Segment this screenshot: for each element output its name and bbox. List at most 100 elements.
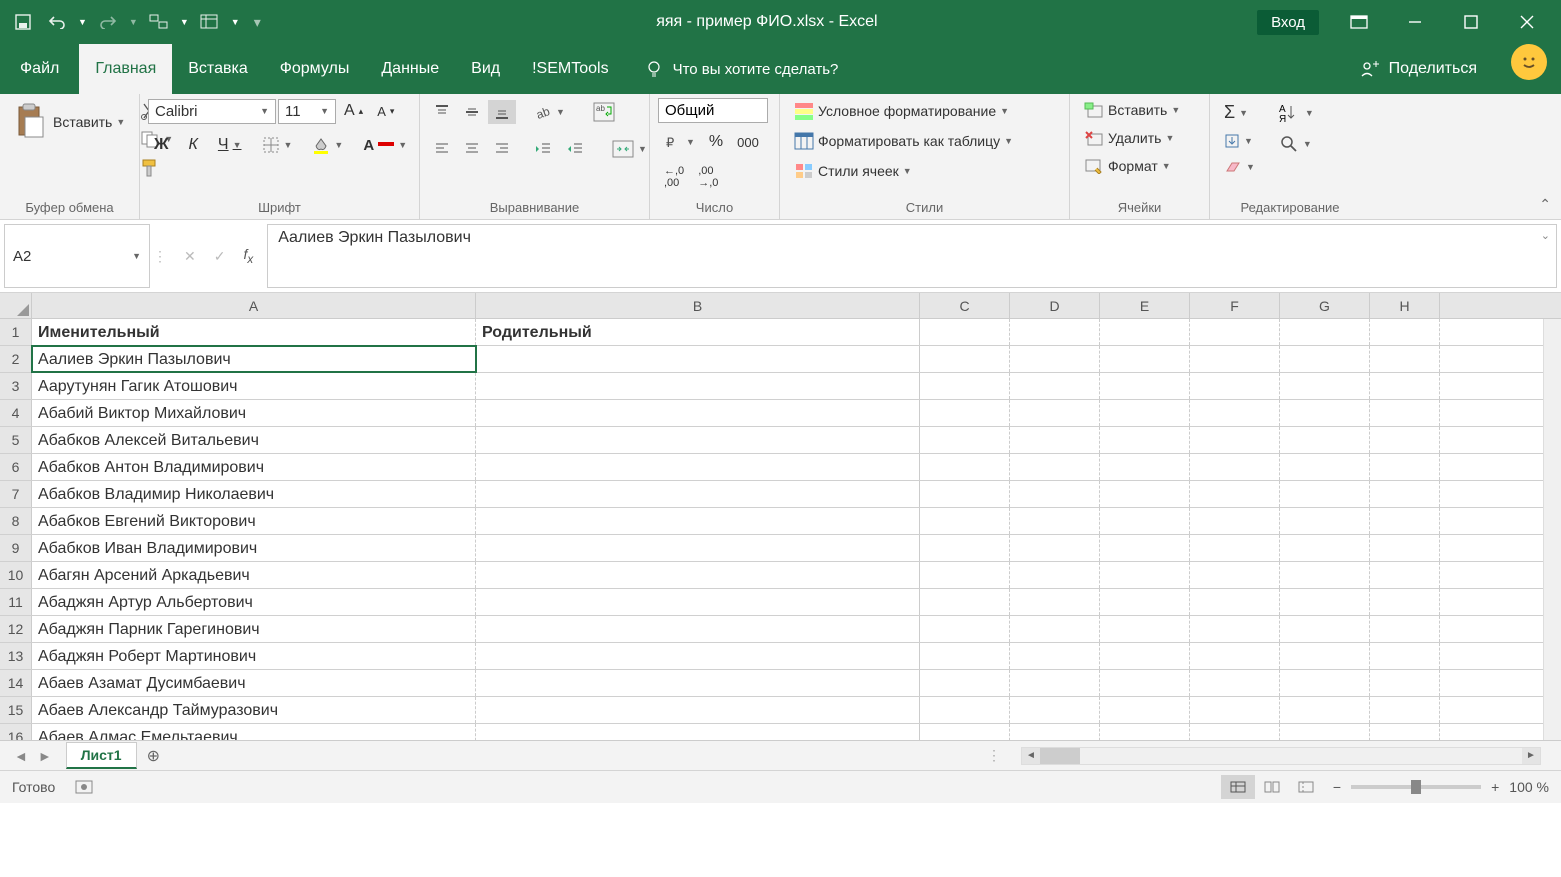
italic-button[interactable]: К — [182, 132, 203, 158]
cell[interactable] — [476, 400, 920, 426]
cell[interactable]: Абаев Александр Таймуразович — [32, 697, 476, 723]
zoom-out-icon[interactable]: − — [1333, 779, 1341, 795]
cell[interactable] — [1280, 427, 1370, 453]
number-format-combo[interactable]: Общий — [658, 98, 768, 123]
cell[interactable] — [1010, 427, 1100, 453]
align-bottom-icon[interactable] — [488, 100, 516, 124]
cell[interactable] — [920, 670, 1010, 696]
cell[interactable] — [1190, 589, 1280, 615]
page-layout-view-icon[interactable] — [1255, 775, 1289, 799]
cell[interactable] — [1370, 454, 1440, 480]
cell[interactable] — [1280, 589, 1370, 615]
cell[interactable] — [1100, 724, 1190, 741]
cell[interactable] — [1010, 670, 1100, 696]
row-header[interactable]: 6 — [0, 454, 32, 480]
zoom-slider[interactable] — [1351, 785, 1481, 789]
cell[interactable] — [1010, 346, 1100, 372]
cell[interactable]: Аалиев Эркин Пазылович — [32, 346, 476, 372]
cell[interactable] — [920, 508, 1010, 534]
cell[interactable] — [1370, 373, 1440, 399]
collapse-ribbon-icon[interactable]: ⌃ — [1539, 196, 1551, 213]
cell[interactable] — [1100, 373, 1190, 399]
cell[interactable] — [1010, 589, 1100, 615]
expand-formula-icon[interactable]: ⌄ — [1541, 229, 1550, 242]
cell[interactable] — [1010, 373, 1100, 399]
login-button[interactable]: Вход — [1257, 10, 1319, 35]
macro-record-icon[interactable] — [75, 780, 93, 794]
insert-cells-button[interactable]: Вставить ▼ — [1078, 98, 1186, 122]
cell[interactable] — [1190, 643, 1280, 669]
share-button[interactable]: Поделиться — [1339, 44, 1497, 94]
cell[interactable]: Абаджян Артур Альбертович — [32, 589, 476, 615]
decrease-font-icon[interactable]: A▾ — [371, 100, 400, 123]
cell[interactable] — [1100, 616, 1190, 642]
cell[interactable] — [1190, 454, 1280, 480]
increase-decimal-icon[interactable]: ←,0,00 — [658, 161, 690, 193]
sheet-tab[interactable]: Лист1 — [66, 742, 137, 769]
cell[interactable]: Именительный — [32, 319, 476, 345]
cell[interactable] — [476, 589, 920, 615]
cell[interactable] — [1370, 616, 1440, 642]
cell[interactable] — [920, 427, 1010, 453]
save-icon[interactable] — [10, 9, 36, 35]
enter-formula-icon[interactable]: ✓ — [214, 248, 226, 265]
cell[interactable] — [476, 481, 920, 507]
cell[interactable]: Абаджян Парник Гарегинович — [32, 616, 476, 642]
cell[interactable] — [1100, 589, 1190, 615]
row-header[interactable]: 7 — [0, 481, 32, 507]
name-box[interactable]: A2▼ — [4, 224, 150, 288]
align-left-icon[interactable] — [428, 138, 456, 160]
delete-cells-button[interactable]: Удалить ▼ — [1078, 126, 1180, 150]
cell[interactable] — [1100, 319, 1190, 345]
find-select-icon[interactable]: ▼ — [1273, 130, 1320, 158]
format-cells-button[interactable]: Формат ▼ — [1078, 154, 1177, 178]
cell[interactable] — [920, 481, 1010, 507]
cell[interactable] — [1100, 670, 1190, 696]
wrap-text-icon[interactable]: ab — [587, 98, 621, 126]
cell[interactable] — [1370, 697, 1440, 723]
cell[interactable] — [1100, 427, 1190, 453]
font-color-icon[interactable]: A▼ — [357, 133, 413, 158]
cell[interactable] — [1370, 643, 1440, 669]
cell[interactable] — [1010, 697, 1100, 723]
cell[interactable] — [920, 454, 1010, 480]
cell[interactable] — [1100, 643, 1190, 669]
cell[interactable] — [1370, 589, 1440, 615]
cell[interactable] — [1010, 481, 1100, 507]
col-header[interactable]: B — [476, 293, 920, 318]
col-header[interactable]: E — [1100, 293, 1190, 318]
cancel-formula-icon[interactable]: ✕ — [184, 248, 196, 265]
row-header[interactable]: 14 — [0, 670, 32, 696]
cell[interactable]: Аарутунян Гагик Атошович — [32, 373, 476, 399]
tab-home[interactable]: Главная — [79, 44, 172, 94]
row-header[interactable]: 13 — [0, 643, 32, 669]
cell[interactable] — [1100, 697, 1190, 723]
cell[interactable] — [1370, 427, 1440, 453]
cell[interactable] — [1280, 319, 1370, 345]
close-icon[interactable] — [1501, 0, 1553, 44]
col-header[interactable]: D — [1010, 293, 1100, 318]
cell[interactable] — [1010, 319, 1100, 345]
cell[interactable]: Абабков Иван Владимирович — [32, 535, 476, 561]
conditional-formatting-button[interactable]: Условное форматирование ▼ — [788, 98, 1015, 124]
cell[interactable] — [1280, 400, 1370, 426]
redo-icon[interactable] — [95, 9, 121, 35]
merge-center-icon[interactable]: ▼ — [606, 136, 653, 162]
fill-icon[interactable]: ▼ — [1218, 129, 1261, 153]
cell[interactable] — [1190, 400, 1280, 426]
cell[interactable] — [1010, 562, 1100, 588]
cell[interactable] — [1010, 454, 1100, 480]
row-header[interactable]: 5 — [0, 427, 32, 453]
maximize-icon[interactable] — [1445, 0, 1497, 44]
qat-icon-2[interactable] — [197, 9, 223, 35]
cell[interactable] — [1370, 319, 1440, 345]
row-header[interactable]: 15 — [0, 697, 32, 723]
cell[interactable] — [476, 616, 920, 642]
next-sheet-icon[interactable]: ► — [38, 748, 52, 764]
cell[interactable] — [1370, 508, 1440, 534]
sort-filter-icon[interactable]: AЯ▼ — [1273, 98, 1320, 128]
cell[interactable] — [920, 562, 1010, 588]
cell[interactable] — [1010, 724, 1100, 741]
increase-font-icon[interactable]: A▴ — [338, 98, 369, 124]
cell[interactable] — [1280, 616, 1370, 642]
